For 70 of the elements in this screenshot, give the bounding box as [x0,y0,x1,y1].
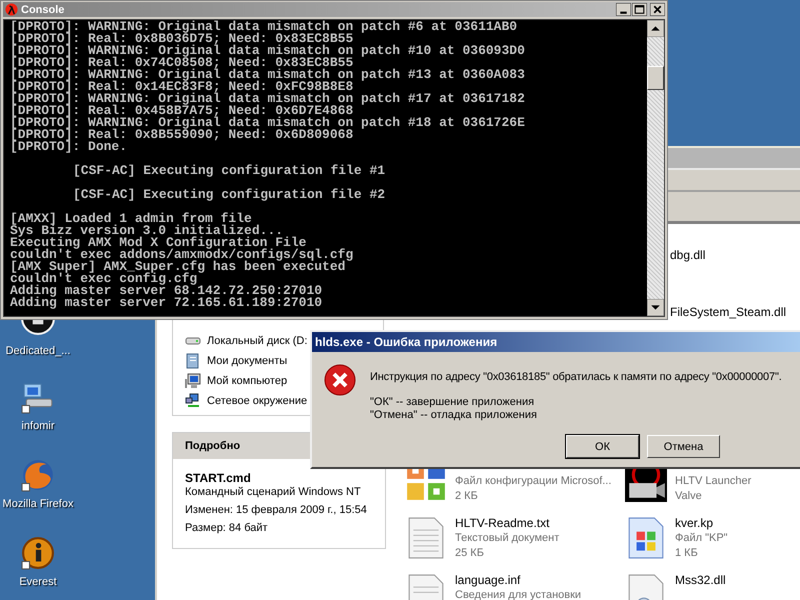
console-line: [AMXX] Loaded 1 admin from file [10,213,252,225]
file-name[interactable]: dbg.dll [670,248,800,263]
window-title: Console [21,4,64,16]
network-icon [185,393,201,409]
place-link[interactable]: Сетевое окружение [207,395,308,407]
desktop-icon-label[interactable]: Everest [19,576,57,588]
console-line: [CSF-AC] Executing configuration file #1 [72,165,386,177]
file-detail: Файл конфигурации Microsof... [455,474,612,489]
scroll-up-icon[interactable] [647,20,664,37]
modified-date: Изменен: 15 февраля 2009 г., 15:54 [185,504,368,516]
console-line: [CSF-AC] Executing configuration file #2 [72,189,386,201]
console-line: Executing AMX Mod X Configuration File [10,237,306,249]
computer-icon [185,373,201,389]
file-name: START.cmd [185,471,252,485]
file-detail: Текстовый документ [455,531,560,546]
info-icon[interactable] [20,536,55,570]
console-line: [DPROTO]: Real: 0x8B036D75; Need: 0x83EC8B55 [10,33,354,45]
file-detail: Сведения для установки [455,588,582,600]
console-line: Sys Bizz version 3.0 initialized... [10,225,284,237]
place-link[interactable]: Мои документы [207,355,288,367]
file-size: Размер: 84 байт [185,522,269,534]
desktop-icon-label[interactable]: Dedicated_... [6,345,70,357]
scroll-down-icon[interactable] [647,299,664,316]
console-line: [DPROTO]: WARNING: Original data mismatch on patch #17 at 03617182 [10,93,526,105]
place-link[interactable]: Мой компьютер [207,375,288,387]
file-detail: 2 КБ [455,489,479,504]
desktop-icon-label[interactable]: infomir [21,420,54,432]
console-line: Adding master server 72.165.61.189:27010 [10,297,324,309]
dialog-button[interactable]: Отмена [647,435,720,458]
file-name[interactable]: kver.kp [675,516,728,531]
file-name[interactable]: FileSystem_Steam.dll [670,305,800,320]
maximize-icon[interactable] [632,3,647,16]
console-line: [DPROTO]: WARNING: Original data mismatch on patch #10 at 036093D0 [10,45,526,57]
console-line: [DPROTO]: Done. [10,141,128,153]
file-detail: HLTV Launcher [675,474,752,489]
file-name[interactable]: Mss32.dll [675,573,726,588]
place-link[interactable]: Локальный диск (D: [207,335,308,347]
hint-text: "ОК" -- завершение приложения [370,396,536,409]
lambda-icon [5,3,18,16]
hint-text: "Отмена" -- отладка приложения [370,409,538,422]
file-detail: 1 КБ [675,546,699,561]
dialog-button[interactable]: ОК [566,435,639,458]
console-line: couldn't exec addons/amxmodx/configs/sql.cfg [10,249,354,261]
console-line: [DPROTO]: WARNING: Original data mismatch on patch #13 at 0360A083 [10,69,526,81]
console-line: Adding master server 68.142.72.250:27010 [10,285,324,297]
dialog-title: hlds.exe - Ошибка приложения [315,335,498,349]
file-detail: 25 КБ [455,546,485,561]
console-line: [DPROTO]: Real: 0x14EC83F8; Need: 0xFC98B8E8 [10,81,354,93]
server-icon[interactable] [20,320,55,335]
file-detail: Файл "KP" [675,531,728,546]
console-line: [DPROTO]: Real: 0x458B7A75; Need: 0x6D7E4868 [10,105,354,117]
file-name[interactable]: HLTV-Readme.txt [455,516,560,531]
minimize-icon[interactable] [616,3,631,16]
error-icon [324,364,356,396]
scrollbar[interactable] [647,20,664,316]
close-icon[interactable] [650,3,665,16]
desktop-icon-label[interactable]: Mozilla Firefox [2,498,74,510]
console-line: couldn't exec config.cfg [10,273,198,285]
file-name[interactable]: language.inf [455,573,582,588]
console-line: [DPROTO]: WARNING: Original data mismatch on patch #18 at 0361726E [10,117,526,129]
console-line: [DPROTO]: WARNING: Original data mismatch on patch #6 at 03611AB0 [10,21,518,33]
console-line: [AMX Super] AMX_Super.cfg has been executed [10,261,346,273]
error-message: Инструкция по адресу "0x03618185" обратилась к памяти по адресу "0x00000007". [370,371,782,383]
scroll-thumb[interactable] [647,66,664,90]
file-detail: Valve [675,489,703,504]
file-type: Командный сценарий Windows NT [185,486,362,498]
console-line: [DPROTO]: Real: 0x8B559090; Need: 0x6D809068 [10,129,354,141]
fox-globe-icon[interactable] [21,458,55,492]
console-line: [DPROTO]: Real: 0x74C08508; Need: 0x83EC8B55 [10,57,354,69]
documents-icon [185,353,201,369]
